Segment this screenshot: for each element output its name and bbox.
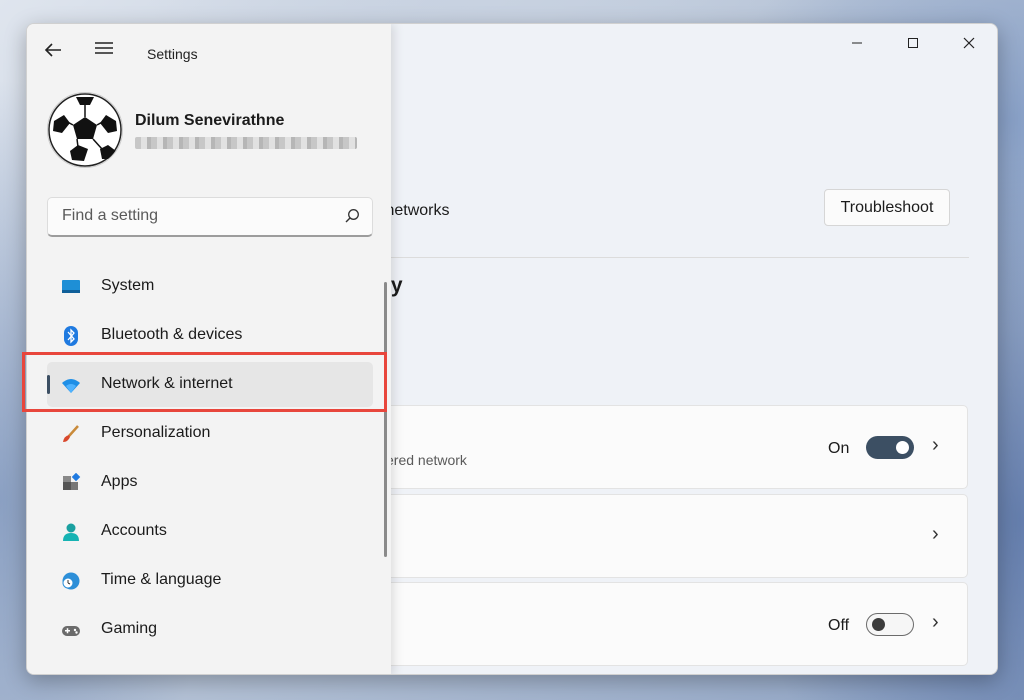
back-arrow-icon xyxy=(44,43,61,57)
sidebar-item-label: Time & language xyxy=(101,571,222,588)
search-input[interactable] xyxy=(60,206,334,226)
soccer-ball-icon xyxy=(48,93,122,167)
sidebar-item-label: Apps xyxy=(101,473,138,490)
sidebar-item-apps[interactable]: Apps xyxy=(47,460,373,505)
search-box[interactable] xyxy=(47,197,373,237)
globe-clock-icon xyxy=(62,572,80,590)
wifi-state-label: On xyxy=(828,440,850,457)
sidebar-item-label: Bluetooth & devices xyxy=(101,326,243,343)
maximize-icon xyxy=(908,38,918,48)
metered-network-text: ered network xyxy=(386,452,467,468)
user-email-redacted xyxy=(135,137,357,149)
highlight-box xyxy=(22,352,387,412)
nav-list: System Bluetooth & devices Network & int… xyxy=(47,264,373,656)
chevron-right-icon: › xyxy=(932,523,939,545)
window-controls xyxy=(829,24,997,62)
settings-card-3[interactable]: Off › xyxy=(357,582,968,666)
chevron-right-icon: › xyxy=(932,434,939,456)
sidebar-item-label: Accounts xyxy=(101,522,167,539)
settings-window: et y networks Troubleshoot ly ered netwo… xyxy=(26,23,998,675)
sidebar-item-accounts[interactable]: Accounts xyxy=(47,509,373,554)
navigation-pane: Settings Dilum Senevirathne Find a setti… xyxy=(27,24,391,674)
settings-card-2[interactable]: › xyxy=(357,494,968,578)
row3-state-label: Off xyxy=(828,617,850,634)
apps-icon xyxy=(63,473,81,490)
minimize-button[interactable] xyxy=(829,24,885,62)
bluetooth-icon xyxy=(64,326,78,346)
close-icon xyxy=(963,37,975,49)
section-divider xyxy=(357,257,969,258)
wifi-toggle[interactable] xyxy=(866,436,914,459)
paintbrush-icon xyxy=(63,425,79,442)
close-button[interactable] xyxy=(941,24,997,62)
sidebar-item-system[interactable]: System xyxy=(47,264,373,309)
hamburger-icon xyxy=(95,42,113,54)
troubleshoot-button[interactable]: Troubleshoot xyxy=(824,189,950,226)
sidebar-item-gaming[interactable]: Gaming xyxy=(47,607,373,652)
nav-scrollbar[interactable] xyxy=(384,282,387,557)
person-icon xyxy=(63,523,79,541)
gamepad-icon xyxy=(62,626,80,636)
title-bar: Settings xyxy=(27,24,391,84)
sidebar-item-personalization[interactable]: Personalization xyxy=(47,411,373,456)
sidebar-item-label: Gaming xyxy=(101,620,158,637)
maximize-button[interactable] xyxy=(885,24,941,62)
user-name: Dilum Senevirathne xyxy=(135,112,285,129)
search-icon xyxy=(345,209,359,223)
sidebar-item-time-language[interactable]: Time & language xyxy=(47,558,373,603)
minimize-icon xyxy=(852,42,862,44)
sidebar-item-label: Personalization xyxy=(101,424,211,441)
row3-toggle[interactable] xyxy=(866,613,914,636)
monitor-icon xyxy=(62,280,80,293)
wifi-card[interactable]: ered network On › xyxy=(357,405,968,489)
menu-button[interactable] xyxy=(93,38,115,64)
avatar[interactable] xyxy=(47,92,123,168)
chevron-right-icon: › xyxy=(932,611,939,633)
back-button[interactable] xyxy=(43,40,63,66)
app-title: Settings xyxy=(147,46,198,62)
sidebar-item-label: System xyxy=(101,277,155,294)
